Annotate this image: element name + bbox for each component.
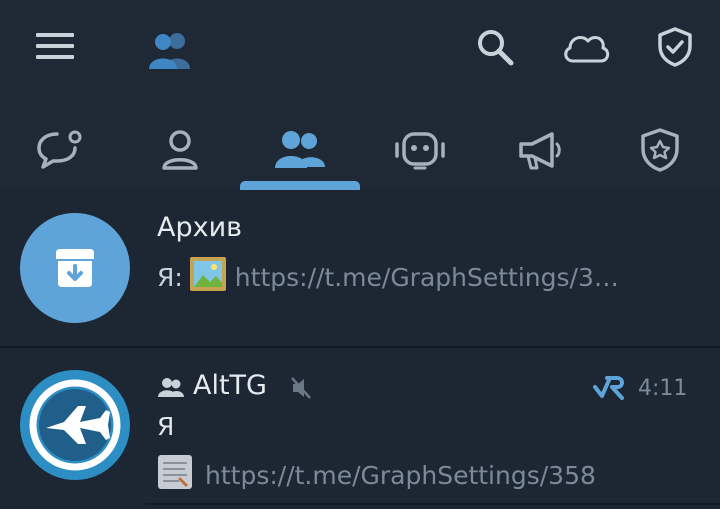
preview-link[interactable]: https://t.me/GraphSettings/358: [205, 461, 596, 490]
picture-icon: [189, 256, 227, 298]
chat-bubble-icon: [37, 130, 82, 169]
person-icon: [162, 130, 198, 170]
document-thumbnail-icon: [157, 454, 193, 496]
archive-avatar: [20, 213, 130, 323]
archive-box-icon: [56, 249, 94, 287]
chat-title: AltTG: [193, 370, 267, 401]
megaphone-icon: [519, 132, 561, 170]
alttg-avatar: [20, 370, 130, 480]
row-divider: [145, 503, 720, 505]
tab-channels[interactable]: [480, 110, 600, 190]
tab-personal[interactable]: [120, 110, 240, 190]
tab-admin[interactable]: [600, 110, 720, 190]
group-icon: [275, 131, 325, 168]
shield-check-icon[interactable]: [650, 22, 700, 72]
sender-label: Я:: [157, 262, 183, 292]
top-bar: [0, 0, 720, 190]
active-tab-indicator: [240, 181, 360, 190]
folder-tabs: [0, 110, 720, 190]
chat-row-alttg[interactable]: AltTG 4:11 Я https://t.me/GraphSettings/…: [0, 348, 720, 509]
preview-link[interactable]: https://t.me/GraphSettings/3…: [235, 263, 619, 292]
chat-title: Архив: [157, 212, 243, 243]
star-shield-icon: [641, 128, 679, 172]
cloud-icon[interactable]: [558, 22, 614, 72]
robot-icon: [395, 132, 445, 170]
chat-preview: Я: https://t.me/GraphSettings/3…: [157, 256, 619, 298]
jet-logo-icon: [29, 379, 121, 471]
tab-all-chats[interactable]: [0, 110, 120, 190]
chat-message-line: Я: [157, 412, 175, 441]
group-small-icon: [157, 378, 185, 402]
tab-groups[interactable]: [240, 110, 360, 190]
chat-time: 4:11: [638, 376, 688, 401]
muted-icon: [290, 376, 312, 404]
read-checks-icon: [593, 374, 627, 406]
chat-row-archive[interactable]: Архив Я: https://t.me/GraphSettings/3…: [0, 190, 720, 346]
search-icon[interactable]: [470, 22, 520, 72]
menu-icon[interactable]: [30, 24, 80, 68]
chat-preview: https://t.me/GraphSettings/358: [157, 454, 596, 496]
contacts-icon[interactable]: [140, 24, 200, 74]
tab-bots[interactable]: [360, 110, 480, 190]
